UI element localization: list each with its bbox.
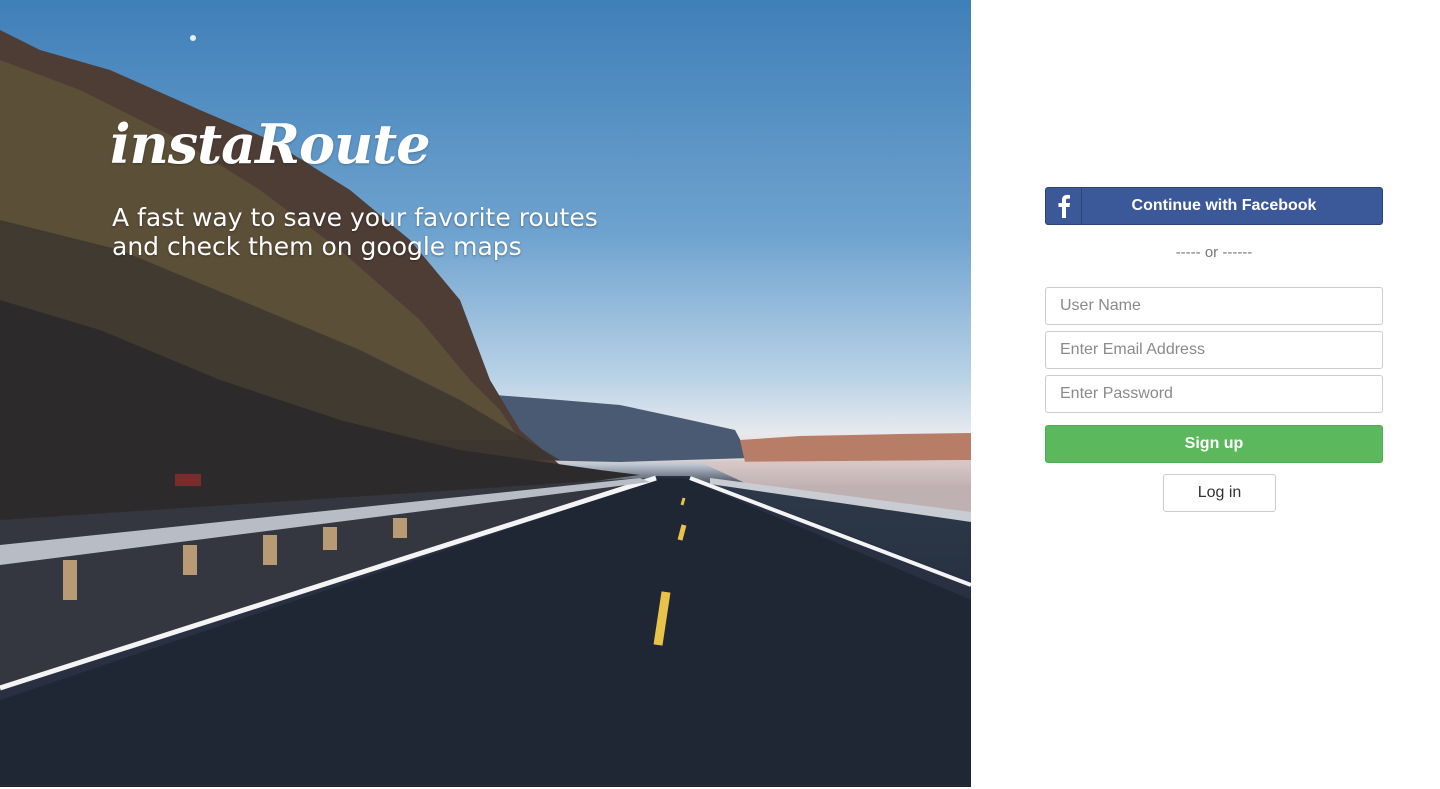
sign-up-button[interactable]: Sign up (1045, 425, 1383, 463)
password-input[interactable] (1045, 375, 1383, 413)
hero-panel: instaRoute A fast way to save your favor… (0, 0, 971, 787)
hero-tagline: A fast way to save your favorite routes … (112, 203, 712, 261)
or-divider: ----- or ------ (1175, 244, 1253, 261)
email-input[interactable] (1045, 331, 1383, 369)
hero-tagline-line-2: and check them on google maps (112, 232, 522, 261)
signup-form-panel: Continue with Facebook ----- or ------ S… (971, 0, 1440, 789)
continue-with-facebook-button[interactable]: Continue with Facebook (1045, 187, 1383, 225)
username-input[interactable] (1045, 287, 1383, 325)
hero-tagline-line-1: A fast way to save your favorite routes (112, 203, 598, 232)
facebook-icon (1046, 188, 1082, 224)
facebook-button-label: Continue with Facebook (1131, 197, 1317, 214)
brand-logo: instaRoute (110, 112, 431, 176)
log-in-button[interactable]: Log in (1163, 474, 1276, 512)
